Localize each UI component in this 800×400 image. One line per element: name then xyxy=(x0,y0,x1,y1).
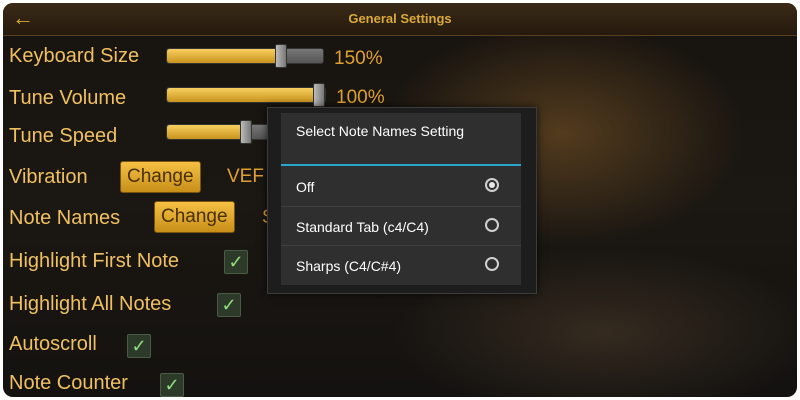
tune-speed-label: Tune Speed xyxy=(9,125,118,147)
tune-speed-fill xyxy=(167,125,247,139)
tune-volume-thumb[interactable] xyxy=(313,83,325,107)
option-label: Sharps (C4/C#4) xyxy=(296,258,402,274)
option-sharps[interactable]: Sharps (C4/C#4) xyxy=(281,245,521,284)
note-names-label: Note Names xyxy=(9,207,121,229)
option-label: Standard Tab (c4/C4) xyxy=(296,219,429,235)
title-bar: ← General Settings xyxy=(3,3,797,36)
keyboard-size-thumb[interactable] xyxy=(275,44,287,68)
keyboard-size-fill xyxy=(167,49,280,63)
checkmark-icon: ✓ xyxy=(131,336,147,356)
highlight-first-note-checkbox[interactable]: ✓ xyxy=(224,250,248,274)
radio-unselected-icon[interactable] xyxy=(485,218,499,232)
dialog-title: Select Note Names Setting xyxy=(296,123,465,139)
checkmark-icon: ✓ xyxy=(228,252,244,272)
dialog-divider xyxy=(281,164,521,166)
option-off[interactable]: Off xyxy=(281,167,521,205)
tune-volume-slider[interactable] xyxy=(166,83,326,107)
keyboard-size-value: 150% xyxy=(334,48,383,69)
note-counter-checkbox[interactable]: ✓ xyxy=(160,373,184,397)
page-title: General Settings xyxy=(348,11,452,26)
note-counter-label: Note Counter xyxy=(9,372,128,394)
highlight-all-notes-label: Highlight All Notes xyxy=(9,293,172,315)
vibration-value: VEF xyxy=(227,166,264,187)
tune-speed-slider[interactable] xyxy=(166,120,278,144)
autoscroll-checkbox[interactable]: ✓ xyxy=(127,334,151,358)
radio-selected-icon[interactable] xyxy=(485,178,499,192)
keyboard-size-slider[interactable] xyxy=(166,44,324,68)
note-names-change-button[interactable]: Change xyxy=(154,201,235,233)
tune-volume-fill xyxy=(167,88,318,102)
tune-volume-value: 100% xyxy=(336,87,385,108)
autoscroll-label: Autoscroll xyxy=(9,333,97,355)
checkmark-icon: ✓ xyxy=(221,295,237,315)
keyboard-size-label: Keyboard Size xyxy=(9,45,140,67)
highlight-first-note-label: Highlight First Note xyxy=(9,250,180,272)
vibration-label: Vibration xyxy=(9,166,88,188)
vibration-change-button[interactable]: Change xyxy=(120,161,201,193)
highlight-all-notes-checkbox[interactable]: ✓ xyxy=(217,293,241,317)
note-names-dialog: Select Note Names Setting Off Standard T… xyxy=(281,113,521,285)
option-standard-tab[interactable]: Standard Tab (c4/C4) xyxy=(281,206,521,245)
tune-speed-thumb[interactable] xyxy=(240,120,252,144)
checkmark-icon: ✓ xyxy=(164,375,180,395)
radio-unselected-icon[interactable] xyxy=(485,257,499,271)
tune-volume-label: Tune Volume xyxy=(9,87,127,109)
option-label: Off xyxy=(296,179,315,195)
